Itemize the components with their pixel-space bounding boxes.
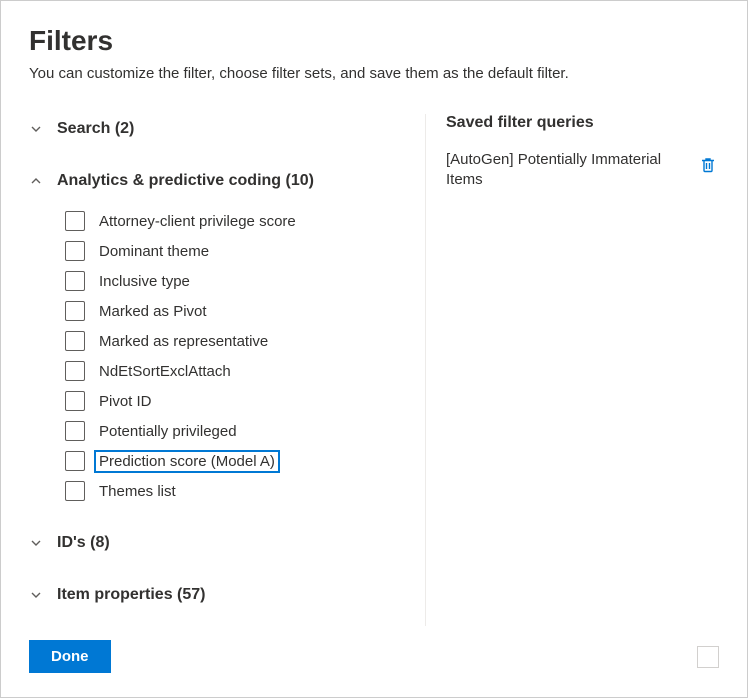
filter-item[interactable]: Inclusive type [29, 266, 397, 296]
filter-item[interactable]: Prediction score (Model A) [29, 446, 397, 476]
delete-saved-query-button[interactable] [697, 154, 719, 176]
chevron-up-icon [29, 174, 43, 188]
saved-queries-list: [AutoGen] Potentially Immaterial Items [446, 146, 719, 193]
section-analytics: Analytics & predictive coding (10) Attor… [29, 166, 397, 506]
filter-item-label: Inclusive type [95, 271, 194, 292]
section-header-ids[interactable]: ID's (8) [29, 528, 397, 558]
filter-item-label: Attorney-client privilege score [95, 211, 300, 232]
section-label: Item properties (57) [57, 586, 205, 604]
saved-queries-title: Saved filter queries [446, 114, 719, 132]
panel-title: Filters [29, 25, 719, 57]
section-item-properties: Item properties (57) [29, 580, 397, 610]
section-search: Search (2) [29, 114, 397, 144]
filter-item[interactable]: Potentially privileged [29, 416, 397, 446]
filter-item[interactable]: Pivot ID [29, 386, 397, 416]
panel-content: Search (2) Analytics & predictive coding… [29, 114, 719, 626]
filter-item-label: Dominant theme [95, 241, 213, 262]
checkbox[interactable] [65, 331, 85, 351]
section-label: ID's (8) [57, 534, 110, 552]
saved-query-item[interactable]: [AutoGen] Potentially Immaterial Items [446, 146, 719, 193]
section-ids: ID's (8) [29, 528, 397, 558]
resize-handle[interactable] [697, 646, 719, 668]
saved-query-label: [AutoGen] Potentially Immaterial Items [446, 150, 697, 189]
filter-item[interactable]: NdEtSortExclAttach [29, 356, 397, 386]
filter-item-label: Prediction score (Model A) [95, 451, 279, 472]
filter-item[interactable]: Marked as Pivot [29, 296, 397, 326]
panel-header: Filters You can customize the filter, ch… [29, 25, 719, 84]
section-header-analytics[interactable]: Analytics & predictive coding (10) [29, 166, 397, 196]
saved-queries-column: Saved filter queries [AutoGen] Potential… [434, 114, 719, 626]
checkbox[interactable] [65, 451, 85, 471]
filters-panel: Filters You can customize the filter, ch… [1, 1, 747, 697]
trash-icon [699, 156, 717, 174]
chevron-down-icon [29, 588, 43, 602]
checkbox[interactable] [65, 241, 85, 261]
checkbox[interactable] [65, 271, 85, 291]
analytics-items-list: Attorney-client privilege score Dominant … [29, 206, 397, 506]
filter-item-label: Themes list [95, 481, 180, 502]
filter-item-label: Pivot ID [95, 391, 156, 412]
filter-categories-column: Search (2) Analytics & predictive coding… [29, 114, 417, 626]
panel-subtitle: You can customize the filter, choose fil… [29, 63, 719, 84]
section-header-item-properties[interactable]: Item properties (57) [29, 580, 397, 610]
section-label: Analytics & predictive coding (10) [57, 172, 314, 190]
checkbox[interactable] [65, 481, 85, 501]
filter-item-label: NdEtSortExclAttach [95, 361, 235, 382]
checkbox[interactable] [65, 301, 85, 321]
done-button[interactable]: Done [29, 640, 111, 673]
checkbox[interactable] [65, 211, 85, 231]
filter-item[interactable]: Themes list [29, 476, 397, 506]
filter-item[interactable]: Dominant theme [29, 236, 397, 266]
filter-item-label: Marked as Pivot [95, 301, 211, 322]
filter-item[interactable]: Attorney-client privilege score [29, 206, 397, 236]
chevron-down-icon [29, 536, 43, 550]
checkbox[interactable] [65, 421, 85, 441]
filter-item[interactable]: Marked as representative [29, 326, 397, 356]
section-header-search[interactable]: Search (2) [29, 114, 397, 144]
chevron-down-icon [29, 122, 43, 136]
checkbox[interactable] [65, 391, 85, 411]
filter-item-label: Marked as representative [95, 331, 272, 352]
section-label: Search (2) [57, 120, 134, 138]
column-divider [425, 114, 426, 626]
panel-footer: Done [29, 626, 719, 673]
filter-item-label: Potentially privileged [95, 421, 241, 442]
checkbox[interactable] [65, 361, 85, 381]
